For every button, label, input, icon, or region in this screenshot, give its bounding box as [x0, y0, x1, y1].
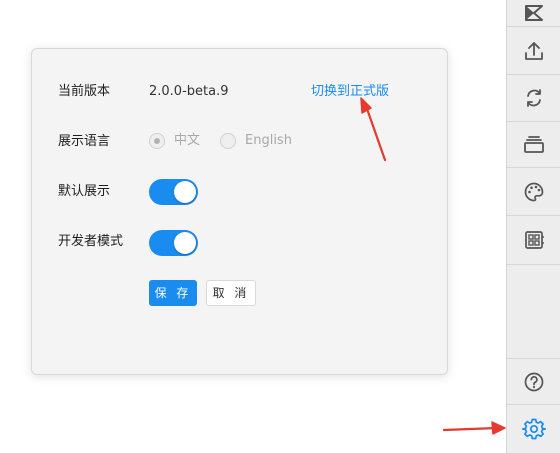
- app-window: 当前版本 2.0.0-beta.9 切换到正式版 展示语言 中文 English…: [0, 0, 560, 453]
- default-show-label: 默认展示: [58, 184, 111, 199]
- dev-mode-toggle[interactable]: [149, 230, 198, 256]
- version-value: 2.0.0-beta.9: [149, 84, 229, 99]
- save-button[interactable]: 保 存: [149, 280, 197, 306]
- language-option-label: 中文: [174, 133, 201, 148]
- dev-mode-label: 开发者模式: [58, 234, 124, 249]
- language-option-english[interactable]: English: [220, 132, 292, 150]
- refresh-button[interactable]: [507, 75, 560, 122]
- settings-panel: 当前版本 2.0.0-beta.9 切换到正式版 展示语言 中文 English…: [31, 48, 448, 375]
- language-label: 展示语言: [58, 134, 111, 149]
- help-button[interactable]: [507, 358, 560, 405]
- default-show-toggle[interactable]: [149, 179, 198, 205]
- toggle-knob: [174, 181, 196, 203]
- layers-button[interactable]: [507, 122, 560, 168]
- theme-button[interactable]: [507, 168, 560, 216]
- grid-button[interactable]: [507, 216, 560, 265]
- grid-icon: [524, 231, 544, 249]
- upload-button[interactable]: [507, 27, 560, 75]
- upload-icon: [524, 41, 543, 60]
- right-toolbar: [506, 0, 560, 453]
- language-option-chinese[interactable]: 中文: [149, 132, 200, 150]
- radio-checked-icon: [149, 133, 165, 149]
- cancel-button[interactable]: 取 消: [206, 280, 256, 306]
- layers-icon: [523, 135, 544, 153]
- toggle-knob: [174, 232, 196, 254]
- app-logo-icon: [524, 5, 543, 21]
- palette-icon: [524, 182, 543, 201]
- switch-to-stable-link[interactable]: 切换到正式版: [311, 84, 389, 100]
- settings-button[interactable]: [507, 405, 560, 453]
- language-option-label: English: [245, 133, 292, 148]
- refresh-icon: [526, 89, 541, 107]
- version-label: 当前版本: [58, 84, 111, 99]
- gear-icon: [521, 418, 546, 440]
- help-icon: [524, 372, 543, 391]
- radio-unchecked-icon: [220, 133, 236, 149]
- app-logo-button[interactable]: [507, 0, 560, 27]
